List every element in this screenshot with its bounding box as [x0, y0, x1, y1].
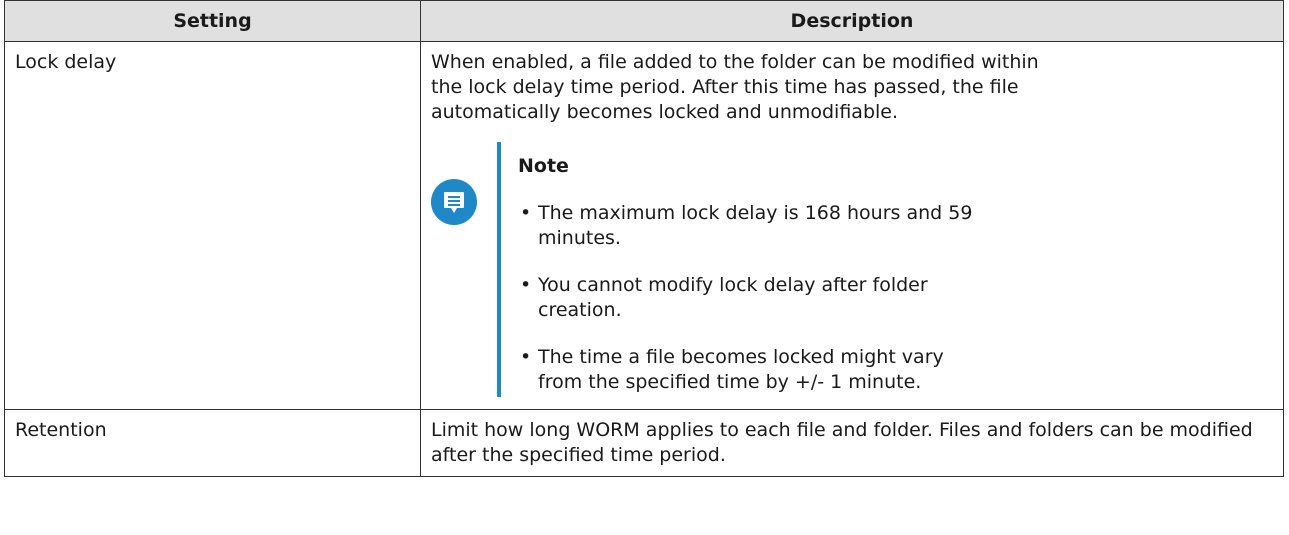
setting-description-cell: When enabled, a file added to the folder…: [420, 41, 1284, 410]
note-item-text: You cannot modify lock delay after folde…: [538, 274, 928, 321]
note-item-text: The maximum lock delay is 168 hours and …: [538, 202, 973, 249]
header-setting: Setting: [4, 0, 421, 42]
setting-description-cell: Limit how long WORM applies to each file…: [420, 409, 1284, 477]
setting-description: Limit how long WORM applies to each file…: [431, 419, 1253, 466]
list-item: • The maximum lock delay is 168 hours and…: [518, 201, 988, 251]
note-content: Note • The maximum lock delay is 168 hour…: [497, 142, 988, 397]
setting-description: When enabled, a file added to the folder…: [431, 51, 1039, 123]
table-row: Lock delay When enabled, a file added to…: [4, 41, 1284, 410]
table-header-row: Setting Description: [4, 0, 1284, 42]
setting-name: Lock delay: [4, 41, 421, 410]
settings-table: Setting Description Lock delay When enab…: [4, 0, 1284, 477]
bullet: •: [520, 202, 532, 224]
list-item: • The time a file becomes locked might va…: [518, 345, 988, 395]
setting-name: Retention: [4, 409, 421, 477]
bullet: •: [520, 346, 532, 368]
header-description: Description: [420, 0, 1284, 42]
note-item-text: The time a file becomes locked might var…: [538, 346, 944, 393]
note-box: Note • The maximum lock delay is 168 hour…: [431, 142, 1273, 401]
table-row: Retention Limit how long WORM applies to…: [4, 409, 1284, 477]
list-item: • You cannot modify lock delay after fold…: [518, 273, 988, 323]
note-list: • The maximum lock delay is 168 hours and…: [518, 201, 988, 395]
bullet: •: [520, 274, 532, 296]
note-icon: [431, 179, 477, 225]
note-title: Note: [518, 155, 569, 177]
